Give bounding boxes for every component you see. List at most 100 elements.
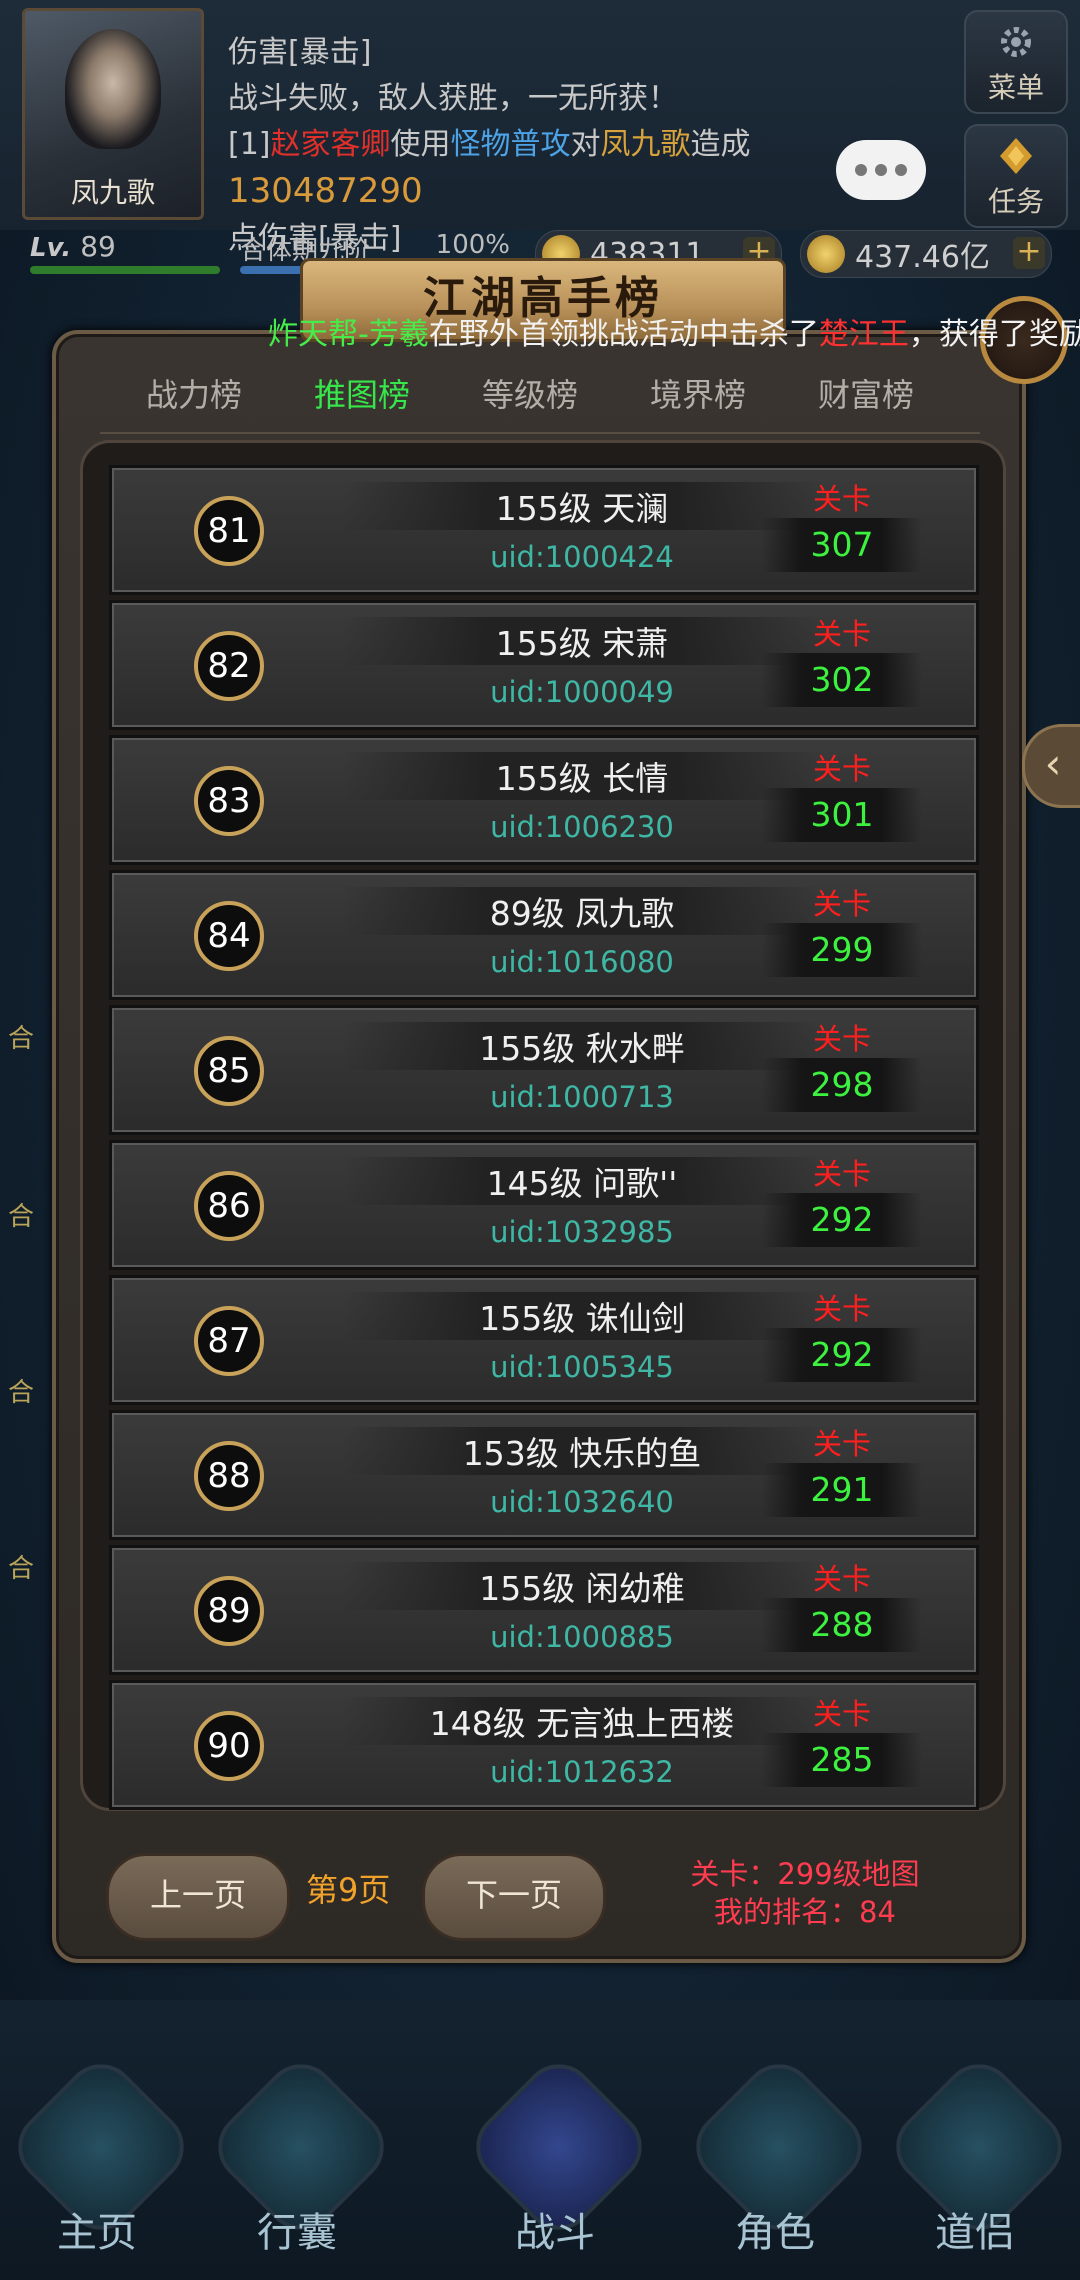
player-uid: uid:1012632 xyxy=(490,1755,674,1789)
my-stage: 关卡：299级地图 xyxy=(690,1857,920,1891)
task-button[interactable]: 任务 xyxy=(964,124,1068,228)
add-gold-button[interactable]: + xyxy=(1013,237,1045,269)
level-display: Lv. 89 xyxy=(30,230,220,274)
gear-icon xyxy=(1001,27,1031,57)
task-label: 任务 xyxy=(987,185,1044,218)
tab-power[interactable]: 战力榜 xyxy=(110,365,278,425)
stage-label: 关卡 xyxy=(812,1157,871,1191)
nav-label: 主页 xyxy=(57,2210,137,2256)
side-tick: 合 xyxy=(8,1378,35,1408)
avatar xyxy=(65,29,161,149)
player-name-level: 155级 诛仙剑 xyxy=(342,1292,822,1340)
player-name-level: 155级 秋水畔 xyxy=(342,1022,822,1070)
coin-icon xyxy=(807,235,845,273)
nav-bag[interactable]: 行囊 xyxy=(203,2049,399,2258)
chat-bubble-button[interactable] xyxy=(836,140,926,200)
nav-companion[interactable]: 道侣 xyxy=(881,2049,1077,2258)
tab-divider xyxy=(100,432,980,434)
dot-icon xyxy=(855,164,867,176)
rank-badge: 82 xyxy=(194,631,264,701)
log-line: 战斗失败，敌人获胜，一无所获！ xyxy=(228,81,678,116)
player-uid: uid:1000885 xyxy=(490,1620,674,1654)
stage-value: 307 xyxy=(762,518,922,572)
player-name-level: 155级 长情 xyxy=(342,752,822,800)
table-row[interactable]: 81 155级 天澜 uid:1000424 关卡 307 xyxy=(109,465,979,595)
nav-label: 角色 xyxy=(735,2210,815,2256)
stage-label: 关卡 xyxy=(812,1292,871,1326)
prev-page-button[interactable]: 上一页 xyxy=(106,1853,290,1941)
player-name-level: 153级 快乐的鱼 xyxy=(342,1427,822,1475)
tab-level[interactable]: 等级榜 xyxy=(446,365,614,425)
table-row[interactable]: 89 155级 闲幼稚 uid:1000885 关卡 288 xyxy=(109,1545,979,1675)
rank-badge: 85 xyxy=(194,1036,264,1106)
table-row[interactable]: 83 155级 长情 uid:1006230 关卡 301 xyxy=(109,735,979,865)
stage-value: 292 xyxy=(762,1193,922,1247)
player-uid: uid:1005345 xyxy=(490,1350,674,1384)
player-name-level: 155级 闲幼稚 xyxy=(342,1562,822,1610)
stage-label: 关卡 xyxy=(812,617,871,651)
rank-badge: 90 xyxy=(194,1711,264,1781)
stage-label: 关卡 xyxy=(812,887,871,921)
table-row[interactable]: 90 148级 无言独上西楼 uid:1012632 关卡 285 xyxy=(109,1680,979,1810)
menu-button[interactable]: 菜单 xyxy=(964,10,1068,114)
player-uid: uid:1032640 xyxy=(490,1485,674,1519)
nav-label: 战斗 xyxy=(515,2210,595,2256)
stage-label: 关卡 xyxy=(812,482,871,516)
log-text: 造成 xyxy=(690,127,751,162)
table-row[interactable]: 82 155级 宋萧 uid:1000049 关卡 302 xyxy=(109,600,979,730)
ticker-boss: 楚江王 xyxy=(818,317,909,352)
side-tick: 合 xyxy=(8,1024,35,1054)
player-name-level: 89级 凤九歌 xyxy=(342,887,822,935)
ticker-text: 在野外首领挑战活动中击杀了 xyxy=(428,317,819,352)
announcement-ticker: 炸天帮-芳羲在野外首领挑战活动中击杀了楚江王，获得了奖励 xyxy=(60,310,1080,360)
rank-badge: 84 xyxy=(194,901,264,971)
table-row[interactable]: 88 153级 快乐的鱼 uid:1032640 关卡 291 xyxy=(109,1410,979,1540)
dot-icon xyxy=(895,164,907,176)
side-tick: 合 xyxy=(8,1554,35,1584)
scroll-icon xyxy=(1000,138,1032,174)
table-row[interactable]: 85 155级 秋水畔 uid:1000713 关卡 298 xyxy=(109,1005,979,1135)
nav-character[interactable]: 角色 xyxy=(681,2049,877,2258)
level-value: 89 xyxy=(80,230,116,263)
nav-home[interactable]: 主页 xyxy=(3,2049,199,2258)
next-page-button[interactable]: 下一页 xyxy=(422,1853,606,1941)
stage-value: 292 xyxy=(762,1328,922,1382)
nav-label: 道侣 xyxy=(935,2210,1015,2256)
gold-value: 437.46亿 xyxy=(855,240,990,275)
player-uid: uid:1000049 xyxy=(490,675,674,709)
log-line: [1]赵家客卿使用怪物普攻对凤九歌造成 130487290 xyxy=(228,122,928,216)
pager: 上一页 第9页 下一页 关卡：299级地图 我的排名：84 xyxy=(80,1845,1000,1945)
player-uid: uid:1016080 xyxy=(490,945,674,979)
tab-stage[interactable]: 推图榜 xyxy=(278,365,446,425)
nav-label: 行囊 xyxy=(257,2210,337,2256)
log-actor: 赵家客卿 xyxy=(270,127,391,162)
battle-log: 伤害[暴击] 战斗失败，敌人获胜，一无所获！ [1]赵家客卿使用怪物普攻对凤九歌… xyxy=(228,30,928,262)
log-target: 凤九歌 xyxy=(600,127,691,162)
stage-value: 288 xyxy=(762,1598,922,1652)
page-indicator: 第9页 xyxy=(306,1871,391,1909)
log-damage: 130487290 xyxy=(228,171,423,211)
table-row[interactable]: 87 155级 诛仙剑 uid:1005345 关卡 292 xyxy=(109,1275,979,1405)
nav-battle[interactable]: 战斗 xyxy=(461,2049,657,2258)
player-uid: uid:1032985 xyxy=(490,1215,674,1249)
stage-value: 299 xyxy=(762,923,922,977)
stage-label: 关卡 xyxy=(812,752,871,786)
player-name-level: 155级 天澜 xyxy=(342,482,822,530)
tab-realm[interactable]: 境界榜 xyxy=(614,365,782,425)
log-skill: 怪物普攻 xyxy=(450,127,571,162)
log-text: 对 xyxy=(570,127,601,162)
table-row[interactable]: 84 89级 凤九歌 uid:1016080 关卡 299 xyxy=(109,870,979,1000)
rank-badge: 89 xyxy=(194,1576,264,1646)
table-row[interactable]: 86 145级 问歌'' uid:1032985 关卡 292 xyxy=(109,1140,979,1270)
gold-counter: 437.46亿 + xyxy=(800,230,1052,278)
realm-percent: 100% xyxy=(435,230,510,260)
rank-badge: 88 xyxy=(194,1441,264,1511)
expand-side-button[interactable]: ‹ xyxy=(1022,724,1080,808)
player-portrait[interactable]: 凤九歌 xyxy=(22,8,204,220)
bottom-nav: 主页 行囊 战斗 角色 道侣 xyxy=(0,2000,1080,2280)
tab-wealth[interactable]: 财富榜 xyxy=(782,365,950,425)
log-text: 使用 xyxy=(390,127,451,162)
stage-value: 298 xyxy=(762,1058,922,1112)
player-name-level: 148级 无言独上西楼 xyxy=(342,1697,822,1745)
rank-badge: 87 xyxy=(194,1306,264,1376)
